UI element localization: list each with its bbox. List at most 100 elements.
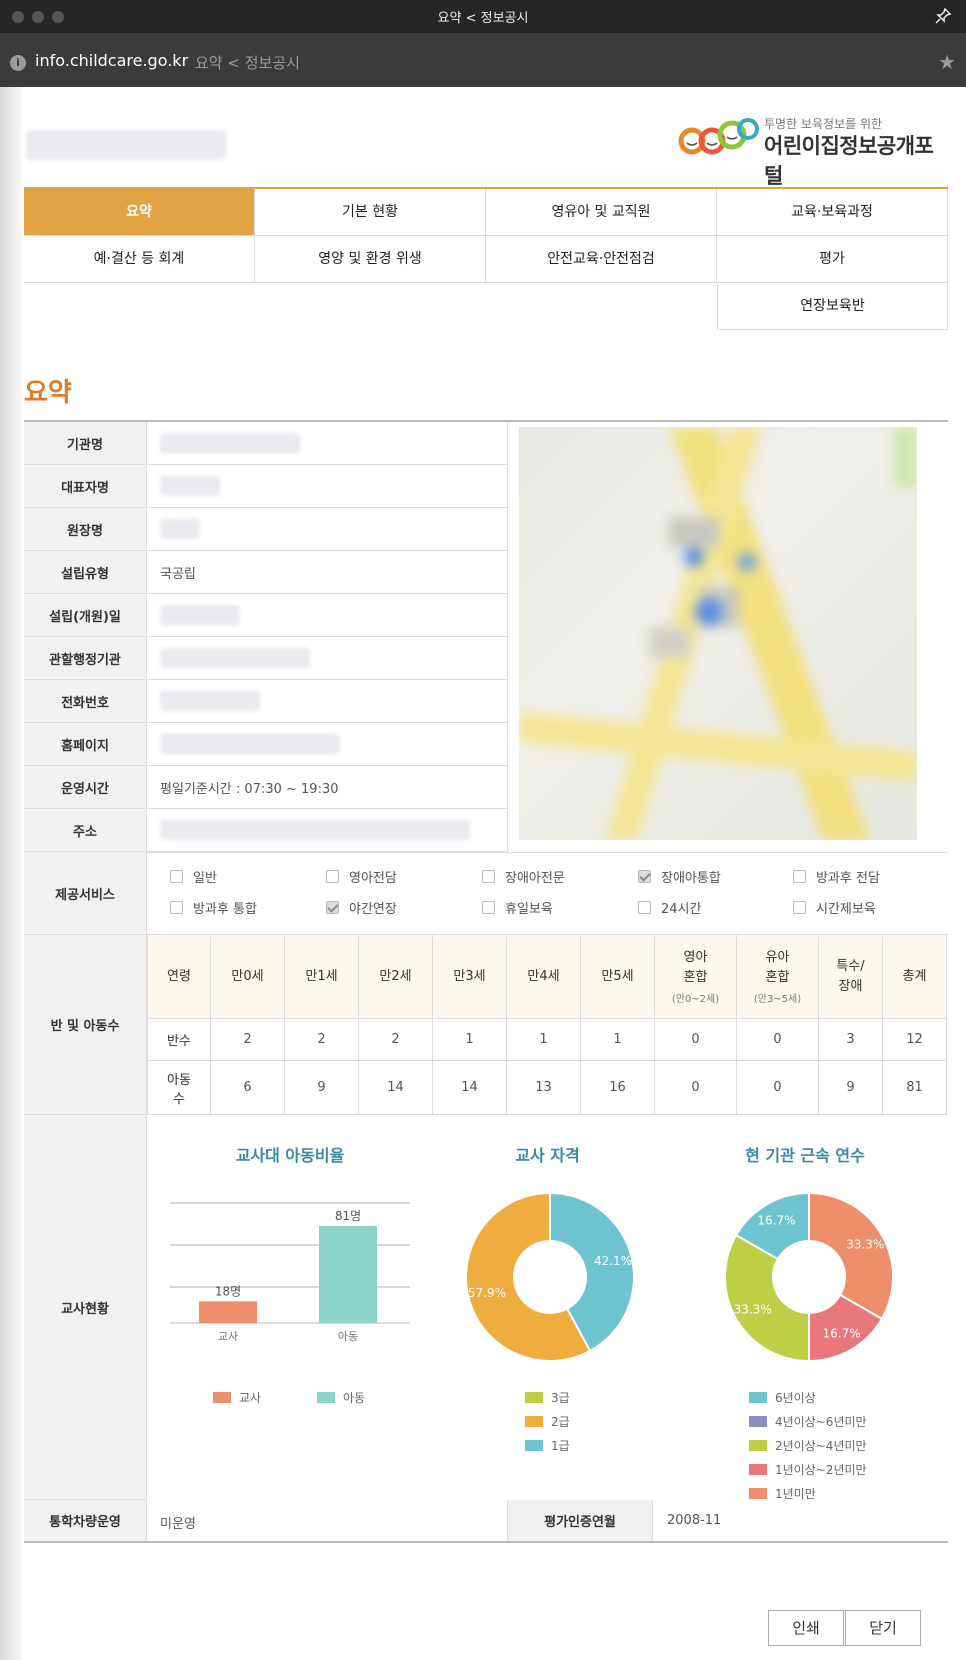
- class-cell: 9: [285, 1061, 359, 1115]
- tab-curriculum[interactable]: 교육·보육과정: [717, 189, 948, 236]
- service-option[interactable]: 방과후 통합: [170, 898, 257, 917]
- summary-row: 주소: [24, 809, 507, 852]
- page-content: 투명한 보육정보를 위한 어린이집정보공개포털 요약 기본 현황 영유아 및 교…: [0, 87, 966, 1660]
- legend-swatch: [749, 1464, 767, 1475]
- tab-accounting[interactable]: 예·결산 등 회계: [24, 236, 255, 283]
- class-header-subtext: (만0~2세): [671, 994, 720, 1005]
- pie-value-label: 16.7%: [757, 1214, 795, 1228]
- class-header-text: 총계: [902, 968, 927, 984]
- class-header-cell: 만1세: [285, 935, 359, 1019]
- summary-row-value: [147, 637, 507, 679]
- service-checkbox[interactable]: [326, 870, 339, 883]
- summary-row-label: 관할행정기관: [24, 637, 147, 679]
- info-icon[interactable]: i: [10, 55, 26, 71]
- service-checkbox[interactable]: [482, 870, 495, 883]
- service-option[interactable]: 휴일보육: [482, 898, 553, 917]
- service-label: 장애아통합: [661, 871, 721, 886]
- location-map[interactable]: [519, 427, 917, 840]
- legend-label: 6년이상: [775, 1391, 816, 1405]
- pie-value-label: 57.9%: [468, 1286, 506, 1300]
- print-button[interactable]: 인쇄: [768, 1610, 844, 1646]
- class-cell: 14: [359, 1061, 433, 1115]
- legend-swatch: [525, 1440, 543, 1451]
- tab-evaluation[interactable]: 평가: [717, 236, 948, 283]
- class-header-cell: 특수/ 장애: [819, 935, 883, 1019]
- tab-extended-care[interactable]: 연장보육반: [717, 283, 948, 330]
- service-label: 24시간: [661, 902, 702, 917]
- class-cell: 14: [433, 1061, 507, 1115]
- service-option[interactable]: 장애아전문: [482, 867, 565, 886]
- summary-row-label: 홈페이지: [24, 723, 147, 765]
- ratio-bar-chart: 18명교사 81명아동: [170, 1202, 410, 1343]
- summary-row: 홈페이지: [24, 723, 507, 766]
- close-button[interactable]: 닫기: [845, 1610, 921, 1646]
- service-checkbox[interactable]: [326, 901, 339, 914]
- service-option[interactable]: 시간제보육: [793, 898, 876, 917]
- window-title: 요약 < 정보공시: [437, 11, 529, 26]
- service-checkbox[interactable]: [170, 870, 183, 883]
- class-header-cell: 만2세: [359, 935, 433, 1019]
- tab-safety[interactable]: 안전교육·안전점검: [486, 236, 717, 283]
- redacted-value: [160, 605, 240, 625]
- redacted-value: [160, 433, 300, 453]
- summary-value-text: 평일기준시간 : 07:30 ~ 19:30: [160, 781, 339, 797]
- tenure-chart-title: 현 기관 근속 연수: [745, 1146, 865, 1165]
- class-header-text: 만4세: [527, 968, 560, 984]
- legend-label: 아동: [343, 1391, 366, 1405]
- class-cell: 1: [433, 1019, 507, 1061]
- legend-swatch: [749, 1392, 767, 1403]
- qualification-chart-title: 교사 자격: [515, 1146, 580, 1165]
- legend-label: 4년이상~6년미만: [775, 1415, 867, 1429]
- summary-row-value: [147, 680, 507, 722]
- vehicle-label: 통학차량운영: [24, 1500, 147, 1541]
- service-option[interactable]: 일반: [170, 867, 217, 886]
- service-checkbox[interactable]: [638, 870, 651, 883]
- pin-icon[interactable]: [934, 7, 952, 25]
- service-checkbox[interactable]: [793, 901, 806, 914]
- pie-value-label: 42.1%: [594, 1254, 632, 1268]
- portal-logo[interactable]: 투명한 보육정보를 위한 어린이집정보공개포털: [676, 113, 952, 188]
- service-option[interactable]: 장애아통합: [638, 867, 721, 886]
- legend-item: 2년이상~4년미만: [749, 1437, 867, 1454]
- class-cell: 2: [211, 1019, 285, 1061]
- service-label: 영아전담: [349, 871, 397, 886]
- service-checkbox[interactable]: [482, 901, 495, 914]
- class-header-cell: 만0세: [211, 935, 285, 1019]
- pie-slice: [808, 1191, 894, 1321]
- service-option[interactable]: 영아전담: [326, 867, 397, 886]
- teachers-label: 교사현황: [24, 1115, 147, 1500]
- service-checkbox[interactable]: [638, 901, 651, 914]
- legend-swatch: [749, 1488, 767, 1499]
- service-label: 야간연장: [349, 902, 397, 917]
- legend-swatch: [525, 1392, 543, 1403]
- service-option[interactable]: 야간연장: [326, 898, 397, 917]
- legend-item: 6년이상: [749, 1389, 816, 1406]
- page-title: 요약: [24, 378, 72, 408]
- legend-swatch: [317, 1392, 335, 1403]
- tab-summary[interactable]: 요약: [24, 189, 255, 236]
- class-cell: 0: [737, 1061, 819, 1115]
- class-header-cell: 연령: [147, 935, 211, 1019]
- class-cell: 3: [819, 1019, 883, 1061]
- redacted-value: [160, 691, 260, 711]
- tab-children-staff[interactable]: 영유아 및 교직원: [486, 189, 717, 236]
- service-checkbox[interactable]: [170, 901, 183, 914]
- bar: [319, 1225, 377, 1323]
- service-label: 방과후 통합: [193, 902, 257, 917]
- service-label: 일반: [193, 871, 217, 886]
- logo-title: 어린이집정보공개포털: [764, 134, 934, 188]
- services-box: [147, 852, 948, 935]
- service-label: 휴일보육: [505, 902, 553, 917]
- class-header-text: 만5세: [601, 968, 634, 984]
- service-option[interactable]: 24시간: [638, 898, 701, 917]
- tab-basic-status[interactable]: 기본 현황: [255, 189, 486, 236]
- summary-row-label: 주소: [24, 809, 147, 851]
- service-option[interactable]: 방과후 전담: [793, 867, 880, 886]
- service-checkbox[interactable]: [793, 870, 806, 883]
- bottom-row: 통학차량운영 미운영 평가인증연월 2008-11: [24, 1500, 948, 1543]
- class-header-text: 연령: [167, 968, 191, 984]
- bookmark-star-icon[interactable]: ★: [938, 52, 956, 72]
- tab-nutrition-hygiene[interactable]: 영양 및 환경 위생: [255, 236, 486, 283]
- url-host[interactable]: info.childcare.go.kr: [35, 51, 188, 70]
- class-header-cell: 만3세: [433, 935, 507, 1019]
